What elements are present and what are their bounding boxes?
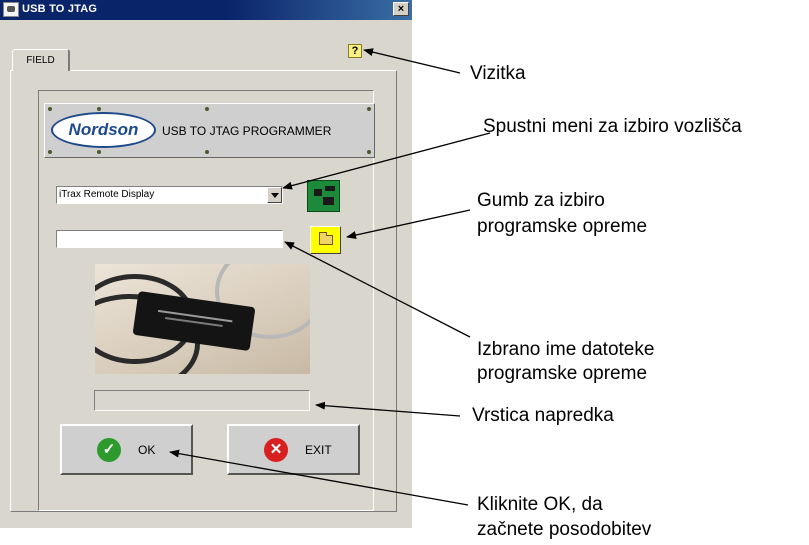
rivet-icon: [205, 107, 209, 111]
window-title: USB TO JTAG: [22, 3, 98, 15]
chip-shape: [323, 197, 334, 205]
nordson-logo: Nordson: [51, 112, 156, 148]
callout-ok-2: začnete posodobitev: [477, 519, 652, 540]
x-icon: ✕: [264, 438, 288, 462]
title-bar[interactable]: USB TO JTAG ×: [0, 0, 412, 20]
folder-open-icon: [319, 232, 333, 245]
check-icon: ✓: [97, 438, 121, 462]
callout-browse-2: programske opreme: [477, 216, 648, 237]
rivet-icon: [367, 107, 371, 111]
callout-ok-1: Kliknite OK, da: [477, 494, 603, 515]
node-select-value: iTrax Remote Display: [59, 189, 155, 200]
callout-dropdown: Spustni meni za izbiro vozlišča: [483, 116, 742, 137]
ok-button[interactable]: ✓ OK: [60, 424, 193, 475]
nordson-banner: Nordson USB TO JTAG PROGRAMMER: [44, 103, 375, 158]
node-select[interactable]: iTrax Remote Display: [56, 186, 283, 204]
firmware-file-field[interactable]: [56, 230, 283, 248]
rivet-icon: [48, 150, 52, 154]
exit-label: EXIT: [305, 443, 332, 457]
rivet-icon: [367, 150, 371, 154]
app-icon: [3, 2, 19, 17]
banner-title: USB TO JTAG PROGRAMMER: [162, 124, 332, 138]
exit-button[interactable]: ✕ EXIT: [227, 424, 360, 475]
rivet-icon: [205, 150, 209, 154]
app-window: USB TO JTAG × FIELD ? Nordson USB TO JTA…: [0, 0, 412, 528]
chip-shape: [325, 186, 335, 191]
ok-label: OK: [138, 443, 156, 457]
rivet-icon: [97, 150, 101, 154]
tab-field[interactable]: FIELD: [12, 49, 70, 71]
logo-text: Nordson: [68, 120, 139, 139]
callout-filename-1: Izbrano ime datoteke: [477, 339, 655, 360]
chevron-down-icon[interactable]: [267, 187, 282, 203]
device-photo: [95, 264, 310, 374]
progress-bar: [94, 390, 310, 411]
help-icon[interactable]: ?: [348, 44, 362, 58]
circuit-board-icon: [307, 180, 340, 212]
callout-browse-1: Gumb za izbiro: [477, 190, 605, 211]
browse-firmware-button[interactable]: [310, 226, 341, 254]
chip-shape: [314, 189, 322, 196]
callout-vizitka: Vizitka: [470, 63, 526, 84]
rivet-icon: [97, 107, 101, 111]
callout-progress: Vrstica napredka: [472, 405, 614, 426]
callout-filename-2: programske opreme: [477, 363, 648, 384]
close-button[interactable]: ×: [393, 2, 409, 16]
rivet-icon: [48, 107, 52, 111]
